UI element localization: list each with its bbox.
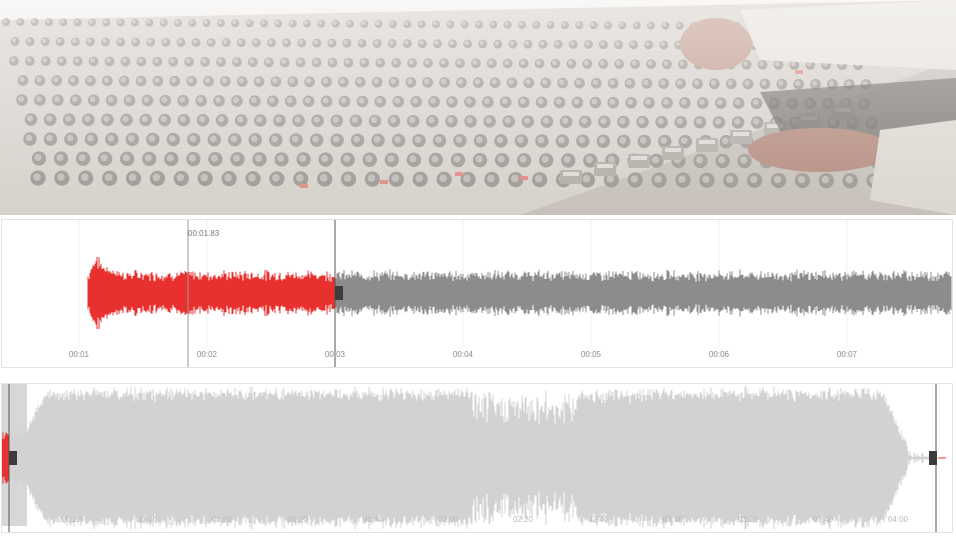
time-tick-label: 00:03 (324, 350, 346, 359)
time-tick-label: 00:06 (708, 350, 730, 359)
overview-tick-label: 04:00 (887, 515, 909, 524)
overview-end-handle[interactable] (929, 451, 937, 465)
time-tick-label: 00:07 (836, 350, 858, 359)
overview-tick-label: 01:40 (362, 515, 384, 524)
overview-waveform-panel[interactable]: 00:20 00:40 01:00 01:20 01:40 02:00 02:20 02:40… (1, 383, 953, 533)
zoomed-waveform[interactable] (2, 220, 952, 367)
overview-tick-label: 00:40 (136, 515, 158, 524)
time-tick-label: 00:02 (196, 350, 218, 359)
overview-tick-label: 02:20 (512, 515, 534, 524)
overview-tick-label: 02:40 (587, 515, 609, 524)
header-photo (0, 0, 956, 215)
overview-tick-label: 02:00 (437, 515, 459, 524)
time-tick-label: 00:04 (452, 350, 474, 359)
zoomed-waveform-panel[interactable]: 00:01.83 00:01 00:02 00:03 00:04 00:05 00:06 0… (1, 219, 953, 368)
overview-tick-label: 01:00 (211, 515, 233, 524)
overview-waveform[interactable] (2, 384, 952, 532)
time-tick-label: 00:05 (580, 350, 602, 359)
hover-time-label: 00:01.83 (188, 229, 220, 238)
overview-tick-label: 03:00 (662, 515, 684, 524)
overview-tick-label: 03:20 (737, 515, 759, 524)
overview-tick-label: 01:20 (287, 515, 309, 524)
overview-playhead-handle[interactable] (9, 451, 17, 465)
time-tick-label: 00:01 (68, 350, 90, 359)
playhead-handle[interactable] (335, 286, 343, 300)
overview-tick-label: 00:20 (61, 515, 83, 524)
mixing-console-image (0, 0, 956, 215)
overview-tick-label: 03:40 (812, 515, 834, 524)
